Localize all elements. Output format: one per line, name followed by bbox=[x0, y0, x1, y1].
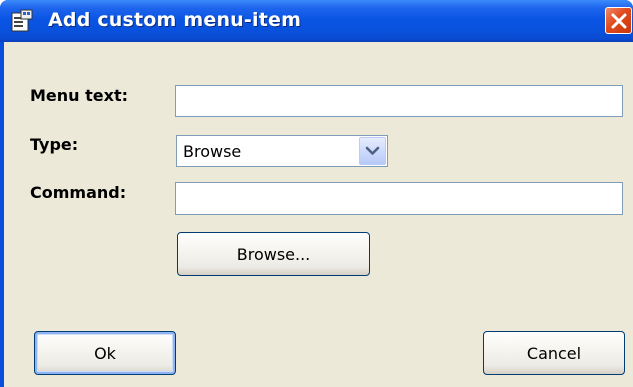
dialog-window: Add custom menu-item Menu text: Type: Br… bbox=[0, 0, 633, 387]
browse-button[interactable]: Browse... bbox=[177, 232, 370, 276]
ok-button[interactable]: Ok bbox=[34, 331, 176, 375]
command-label: Command: bbox=[30, 183, 127, 202]
dropdown-arrow-button[interactable] bbox=[359, 137, 386, 165]
cancel-button[interactable]: Cancel bbox=[483, 331, 625, 375]
type-select-value: Browse bbox=[183, 142, 242, 161]
window-title: Add custom menu-item bbox=[48, 9, 302, 31]
close-button[interactable] bbox=[605, 7, 632, 34]
type-select[interactable]: Browse bbox=[176, 135, 388, 167]
chevron-down-icon bbox=[365, 146, 380, 155]
menu-text-label: Menu text: bbox=[30, 86, 128, 105]
properties-icon bbox=[10, 9, 34, 33]
type-label: Type: bbox=[30, 135, 79, 154]
menu-text-input[interactable] bbox=[175, 85, 623, 117]
dialog-client-area: Menu text: Type: Browse Command: Browse.… bbox=[4, 42, 633, 387]
command-input[interactable] bbox=[175, 182, 623, 215]
title-bar: Add custom menu-item bbox=[0, 0, 633, 42]
close-icon bbox=[611, 13, 627, 29]
